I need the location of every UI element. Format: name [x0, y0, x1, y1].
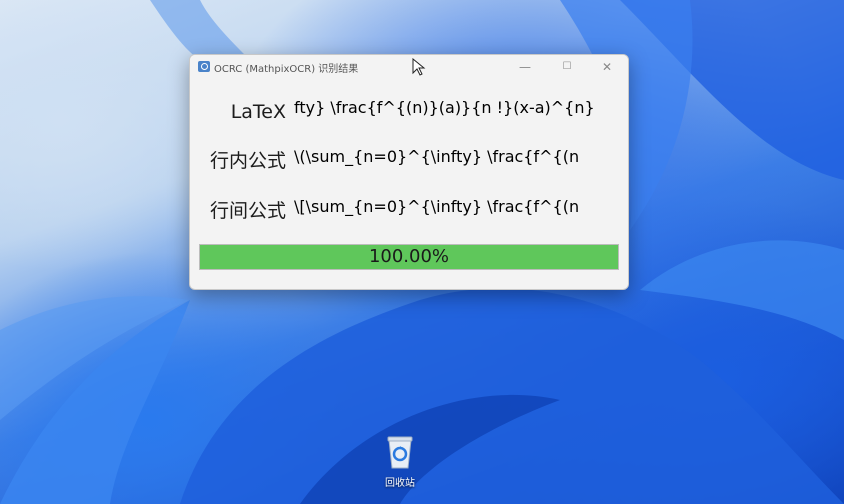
- progress-text: 100.00%: [368, 246, 450, 267]
- display-formula-row: 行间公式: [190, 196, 286, 226]
- ocr-app-icon: [198, 61, 210, 72]
- latex-field[interactable]: fty} \frac{f^{(n)}(a)}{n !}(x-a)^{n}: [294, 98, 595, 117]
- recycle-bin-shortcut[interactable]: 回收站: [376, 434, 424, 489]
- display-formula-label: 行间公式: [209, 200, 286, 222]
- window-title: OCRC (MathpixOCR) 识别结果: [214, 64, 359, 75]
- inline-formula-field[interactable]: \(\sum_{n=0}^{\infty} \frac{f^{(n: [294, 147, 579, 166]
- inline-formula-label: 行内公式: [209, 150, 286, 172]
- close-button[interactable]: ✕: [592, 57, 622, 77]
- title-bar[interactable]: OCRC (MathpixOCR) 识别结果 — ☐ ✕: [190, 55, 628, 79]
- display-formula-field[interactable]: \[\sum_{n=0}^{\infty} \frac{f^{(n: [294, 197, 579, 216]
- mouse-cursor-icon: [412, 58, 426, 76]
- maximize-button[interactable]: ☐: [552, 57, 582, 77]
- recycle-bin-icon: [386, 434, 414, 470]
- inline-formula-row: 行内公式: [190, 146, 286, 176]
- latex-label: LaTeX: [230, 101, 286, 123]
- minimize-button[interactable]: —: [510, 57, 540, 77]
- progress-bar: 100.00%: [199, 244, 619, 270]
- recycle-bin-label: 回收站: [385, 478, 415, 489]
- desktop: OCRC (MathpixOCR) 识别结果 — ☐ ✕ LaTeX fty} …: [0, 0, 844, 504]
- ocr-result-window: OCRC (MathpixOCR) 识别结果 — ☐ ✕ LaTeX fty} …: [189, 54, 629, 290]
- latex-row: LaTeX: [190, 97, 286, 127]
